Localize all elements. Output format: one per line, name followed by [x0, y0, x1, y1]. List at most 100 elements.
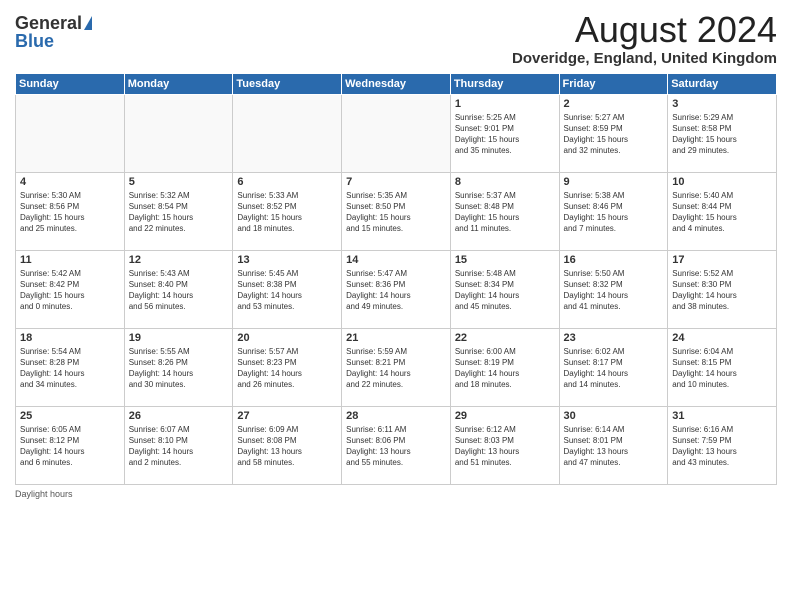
- calendar-cell: 13 Sunrise: 5:45 AM Sunset: 8:38 PM Dayli…: [233, 250, 342, 328]
- calendar-cell: 23 Sunrise: 6:02 AM Sunset: 8:17 PM Dayli…: [559, 328, 668, 406]
- calendar-header-row: SundayMondayTuesdayWednesdayThursdayFrid…: [16, 73, 777, 94]
- calendar-cell: 8Sunrise: 5:37 AM Sunset: 8:48 PM Daylig…: [450, 172, 559, 250]
- day-number: 7: [346, 176, 446, 188]
- logo-blue: Blue: [15, 32, 54, 50]
- day-info: Sunrise: 5:30 AM Sunset: 8:56 PM Dayligh…: [20, 190, 120, 235]
- day-number: 19: [129, 332, 229, 344]
- calendar-cell: 4 Sunrise: 5:30 AM Sunset: 8:56 PM Daylig…: [16, 172, 125, 250]
- day-header-friday: Friday: [559, 73, 668, 94]
- daylight-hours-label: Daylight hours: [15, 489, 73, 499]
- header: General Blue August 2024 Doveridge, Engl…: [15, 10, 777, 67]
- footer: Daylight hours: [15, 489, 777, 499]
- day-number: 2: [564, 98, 664, 110]
- week-row-2: 11 Sunrise: 5:42 AM Sunset: 8:42 PM Dayli…: [16, 250, 777, 328]
- day-info: Sunrise: 6:11 AM Sunset: 8:06 PM Dayligh…: [346, 424, 446, 469]
- calendar-cell: 31 Sunrise: 6:16 AM Sunset: 7:59 PM Dayli…: [668, 406, 777, 484]
- calendar-cell: 9Sunrise: 5:38 AM Sunset: 8:46 PM Daylig…: [559, 172, 668, 250]
- day-info: Sunrise: 5:59 AM Sunset: 8:21 PM Dayligh…: [346, 346, 446, 391]
- calendar-cell: 20 Sunrise: 5:57 AM Sunset: 8:23 PM Dayli…: [233, 328, 342, 406]
- calendar-cell: 27 Sunrise: 6:09 AM Sunset: 8:08 PM Dayli…: [233, 406, 342, 484]
- day-header-wednesday: Wednesday: [342, 73, 451, 94]
- calendar-cell: 29 Sunrise: 6:12 AM Sunset: 8:03 PM Dayli…: [450, 406, 559, 484]
- day-info: Sunrise: 5:48 AM Sunset: 8:34 PM Dayligh…: [455, 268, 555, 313]
- day-info: Sunrise: 5:33 AM Sunset: 8:52 PM Dayligh…: [237, 190, 337, 235]
- day-number: 17: [672, 254, 772, 266]
- day-info: Sunrise: 5:54 AM Sunset: 8:28 PM Dayligh…: [20, 346, 120, 391]
- day-number: 21: [346, 332, 446, 344]
- day-number: 18: [20, 332, 120, 344]
- day-number: 24: [672, 332, 772, 344]
- logo-general: General: [15, 14, 82, 32]
- day-number: 14: [346, 254, 446, 266]
- day-number: 10: [672, 176, 772, 188]
- day-info: Sunrise: 6:05 AM Sunset: 8:12 PM Dayligh…: [20, 424, 120, 469]
- location-title: Doveridge, England, United Kingdom: [512, 50, 777, 67]
- calendar-cell: 15 Sunrise: 5:48 AM Sunset: 8:34 PM Dayli…: [450, 250, 559, 328]
- day-number: 9: [564, 176, 664, 188]
- day-number: 23: [564, 332, 664, 344]
- calendar-cell: [342, 94, 451, 172]
- day-info: Sunrise: 5:29 AM Sunset: 8:58 PM Dayligh…: [672, 112, 772, 157]
- day-number: 20: [237, 332, 337, 344]
- day-info: Sunrise: 5:57 AM Sunset: 8:23 PM Dayligh…: [237, 346, 337, 391]
- calendar-cell: 14 Sunrise: 5:47 AM Sunset: 8:36 PM Dayli…: [342, 250, 451, 328]
- logo: General Blue: [15, 14, 92, 50]
- calendar-cell: 3 Sunrise: 5:29 AM Sunset: 8:58 PM Daylig…: [668, 94, 777, 172]
- day-header-saturday: Saturday: [668, 73, 777, 94]
- day-header-tuesday: Tuesday: [233, 73, 342, 94]
- day-info: Sunrise: 5:32 AM Sunset: 8:54 PM Dayligh…: [129, 190, 229, 235]
- day-info: Sunrise: 6:09 AM Sunset: 8:08 PM Dayligh…: [237, 424, 337, 469]
- calendar-cell: 26Sunrise: 6:07 AM Sunset: 8:10 PM Dayli…: [124, 406, 233, 484]
- day-number: 8: [455, 176, 555, 188]
- day-number: 13: [237, 254, 337, 266]
- day-number: 5: [129, 176, 229, 188]
- day-number: 27: [237, 410, 337, 422]
- day-info: Sunrise: 5:50 AM Sunset: 8:32 PM Dayligh…: [564, 268, 664, 313]
- day-info: Sunrise: 6:02 AM Sunset: 8:17 PM Dayligh…: [564, 346, 664, 391]
- day-number: 25: [20, 410, 120, 422]
- day-info: Sunrise: 6:14 AM Sunset: 8:01 PM Dayligh…: [564, 424, 664, 469]
- day-info: Sunrise: 5:45 AM Sunset: 8:38 PM Dayligh…: [237, 268, 337, 313]
- day-number: 11: [20, 254, 120, 266]
- day-number: 3: [672, 98, 772, 110]
- calendar-cell: 30 Sunrise: 6:14 AM Sunset: 8:01 PM Dayli…: [559, 406, 668, 484]
- day-info: Sunrise: 5:25 AM Sunset: 9:01 PM Dayligh…: [455, 112, 555, 157]
- day-number: 29: [455, 410, 555, 422]
- week-row-4: 25 Sunrise: 6:05 AM Sunset: 8:12 PM Dayli…: [16, 406, 777, 484]
- day-number: 6: [237, 176, 337, 188]
- calendar-cell: 22 Sunrise: 6:00 AM Sunset: 8:19 PM Dayli…: [450, 328, 559, 406]
- day-info: Sunrise: 5:40 AM Sunset: 8:44 PM Dayligh…: [672, 190, 772, 235]
- day-info: Sunrise: 5:35 AM Sunset: 8:50 PM Dayligh…: [346, 190, 446, 235]
- calendar-cell: 12Sunrise: 5:43 AM Sunset: 8:40 PM Dayli…: [124, 250, 233, 328]
- day-info: Sunrise: 6:12 AM Sunset: 8:03 PM Dayligh…: [455, 424, 555, 469]
- calendar-cell: [124, 94, 233, 172]
- calendar-cell: 6 Sunrise: 5:33 AM Sunset: 8:52 PM Daylig…: [233, 172, 342, 250]
- page: General Blue August 2024 Doveridge, Engl…: [0, 0, 792, 612]
- day-header-monday: Monday: [124, 73, 233, 94]
- day-info: Sunrise: 6:16 AM Sunset: 7:59 PM Dayligh…: [672, 424, 772, 469]
- calendar-cell: 5 Sunrise: 5:32 AM Sunset: 8:54 PM Daylig…: [124, 172, 233, 250]
- calendar-cell: [16, 94, 125, 172]
- day-number: 15: [455, 254, 555, 266]
- day-info: Sunrise: 6:00 AM Sunset: 8:19 PM Dayligh…: [455, 346, 555, 391]
- calendar-cell: 17 Sunrise: 5:52 AM Sunset: 8:30 PM Dayli…: [668, 250, 777, 328]
- month-title: August 2024: [512, 10, 777, 50]
- calendar-table: SundayMondayTuesdayWednesdayThursdayFrid…: [15, 73, 777, 485]
- day-info: Sunrise: 5:52 AM Sunset: 8:30 PM Dayligh…: [672, 268, 772, 313]
- day-header-thursday: Thursday: [450, 73, 559, 94]
- calendar-cell: 19Sunrise: 5:55 AM Sunset: 8:26 PM Dayli…: [124, 328, 233, 406]
- day-header-sunday: Sunday: [16, 73, 125, 94]
- day-number: 30: [564, 410, 664, 422]
- calendar-cell: 18 Sunrise: 5:54 AM Sunset: 8:28 PM Dayli…: [16, 328, 125, 406]
- calendar-cell: 25 Sunrise: 6:05 AM Sunset: 8:12 PM Dayli…: [16, 406, 125, 484]
- day-number: 4: [20, 176, 120, 188]
- day-number: 22: [455, 332, 555, 344]
- calendar-cell: 7 Sunrise: 5:35 AM Sunset: 8:50 PM Daylig…: [342, 172, 451, 250]
- week-row-1: 4 Sunrise: 5:30 AM Sunset: 8:56 PM Daylig…: [16, 172, 777, 250]
- day-number: 31: [672, 410, 772, 422]
- day-info: Sunrise: 5:42 AM Sunset: 8:42 PM Dayligh…: [20, 268, 120, 313]
- day-info: Sunrise: 6:04 AM Sunset: 8:15 PM Dayligh…: [672, 346, 772, 391]
- day-info: Sunrise: 5:47 AM Sunset: 8:36 PM Dayligh…: [346, 268, 446, 313]
- day-info: Sunrise: 6:07 AM Sunset: 8:10 PM Dayligh…: [129, 424, 229, 469]
- week-row-0: 1Sunrise: 5:25 AM Sunset: 9:01 PM Daylig…: [16, 94, 777, 172]
